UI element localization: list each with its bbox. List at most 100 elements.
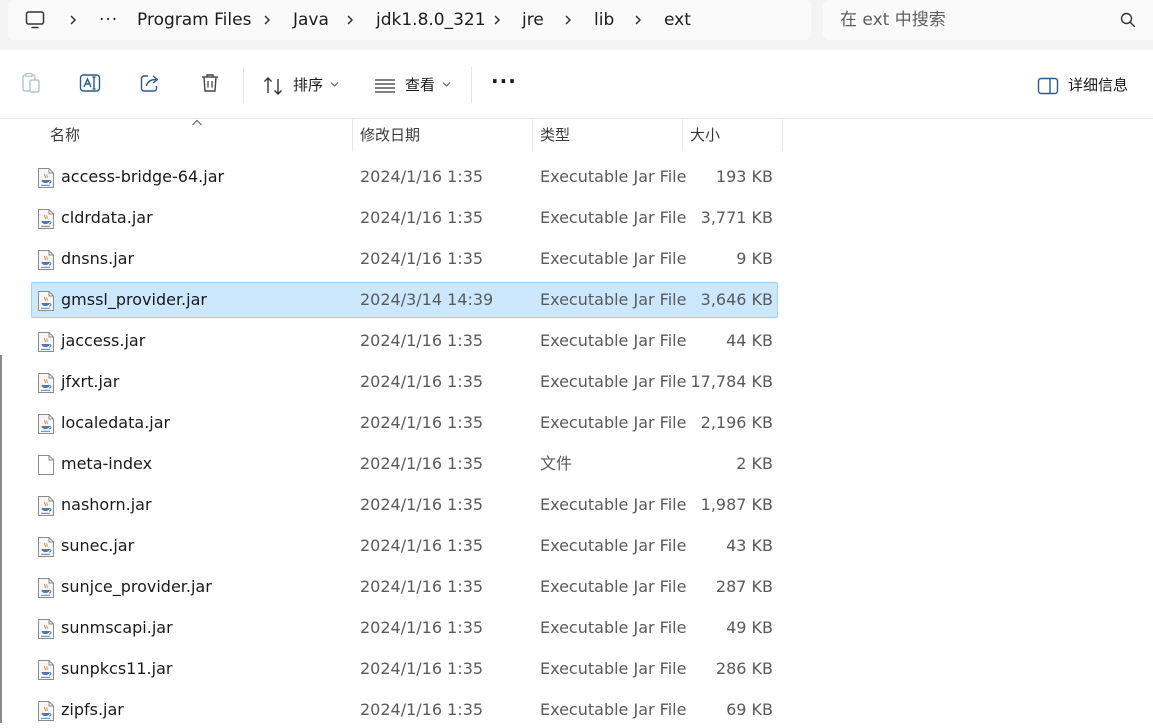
nav-pane-splitter[interactable]: [0, 355, 2, 723]
file-size: 1,987 KB: [700, 495, 773, 514]
file-row[interactable]: sunmscapi.jar 2024/1/16 1:35 Executable Ja…: [31, 610, 778, 646]
jar-file-icon: [38, 660, 54, 680]
column-divider[interactable]: [352, 119, 353, 151]
address-bar[interactable]: ··· Program Files Java jdk1.8.0_321 jre …: [8, 0, 811, 40]
file-type: Executable Jar File: [540, 495, 687, 514]
trash-icon: [202, 74, 218, 92]
chevron-down-icon: [330, 82, 339, 87]
chevron-right-icon[interactable]: [343, 9, 357, 31]
chevron-right-icon[interactable]: [631, 9, 645, 31]
file-name: dnsns.jar: [61, 249, 135, 268]
column-header-size[interactable]: 大小: [690, 119, 720, 151]
file-type: Executable Jar File: [540, 413, 687, 432]
file-name: jaccess.jar: [61, 331, 146, 350]
file-type: Executable Jar File: [540, 372, 687, 391]
file-name: sunmscapi.jar: [61, 618, 173, 637]
breadcrumb-program-files[interactable]: Program Files: [137, 9, 251, 31]
share-button[interactable]: [137, 70, 163, 96]
file-type: 文件: [540, 454, 573, 473]
file-size: 9 KB: [736, 249, 773, 268]
file-row[interactable]: cldrdata.jar 2024/1/16 1:35 Executable Jar…: [31, 200, 778, 236]
column-divider[interactable]: [782, 119, 783, 151]
view-label: 查看: [405, 76, 436, 94]
share-icon: [140, 75, 159, 92]
see-more-button[interactable]: ···: [491, 70, 517, 92]
breadcrumb-jdk[interactable]: jdk1.8.0_321: [376, 9, 486, 31]
search-icon[interactable]: [1119, 11, 1137, 29]
file-row[interactable]: access-bridge-64.jar 2024/1/16 1:35 Execut…: [31, 159, 778, 195]
file-type: Executable Jar File: [540, 700, 687, 719]
file-size: 287 KB: [715, 577, 773, 596]
jar-file-icon: [38, 332, 54, 352]
file-date-modified: 2024/1/16 1:35: [360, 495, 484, 514]
column-header-type[interactable]: 类型: [540, 119, 570, 151]
address-bar-row: ··· Program Files Java jdk1.8.0_321 jre …: [0, 0, 1153, 50]
column-header-name[interactable]: 名称: [50, 119, 80, 151]
breadcrumb-java[interactable]: Java: [293, 9, 329, 31]
file-size: 44 KB: [726, 331, 773, 350]
blank-file-icon: [38, 455, 54, 475]
file-type: Executable Jar File: [540, 331, 687, 350]
file-size: 286 KB: [715, 659, 773, 678]
file-row[interactable]: sunec.jar 2024/1/16 1:35 Executable Jar Fi…: [31, 528, 778, 564]
details-pane-label: 详细信息: [1068, 76, 1129, 94]
file-size: 3,646 KB: [700, 290, 773, 309]
jar-file-icon: [38, 373, 54, 393]
file-size: 43 KB: [726, 536, 773, 555]
file-date-modified: 2024/1/16 1:35: [360, 413, 484, 432]
file-row[interactable]: jfxrt.jar 2024/1/16 1:35 Executable Jar Fi…: [31, 364, 778, 400]
file-row[interactable]: jaccess.jar 2024/1/16 1:35 Executable Jar …: [31, 323, 778, 359]
breadcrumb-overflow-button[interactable]: ···: [99, 9, 118, 31]
rename-button[interactable]: [77, 70, 103, 96]
chevron-right-icon[interactable]: [260, 9, 274, 31]
file-name: localedata.jar: [61, 413, 171, 432]
file-size: 49 KB: [726, 618, 773, 637]
file-row[interactable]: gmssl_provider.jar 2024/3/14 14:39 Executa…: [31, 282, 778, 318]
this-pc-icon[interactable]: [24, 9, 46, 31]
file-date-modified: 2024/1/16 1:35: [360, 577, 484, 596]
chevron-down-icon: [442, 82, 451, 87]
toolbar-separator: [243, 67, 244, 103]
file-row[interactable]: dnsns.jar 2024/1/16 1:35 Executable Jar Fi…: [31, 241, 778, 277]
sort-label: 排序: [293, 76, 324, 94]
paste-icon: [22, 72, 40, 93]
view-icon: [375, 79, 395, 93]
breadcrumb-lib[interactable]: lib: [594, 9, 614, 31]
jar-file-icon: [38, 414, 54, 434]
jar-file-icon: [38, 291, 54, 311]
sort-ascending-icon: [192, 119, 202, 126]
file-type: Executable Jar File: [540, 536, 687, 555]
file-row[interactable]: nashorn.jar 2024/1/16 1:35 Executable Jar …: [31, 487, 778, 523]
file-date-modified: 2024/1/16 1:35: [360, 659, 484, 678]
column-header-date[interactable]: 修改日期: [360, 119, 420, 151]
search-input[interactable]: 在 ext 中搜索: [823, 0, 1153, 40]
paste-button[interactable]: [18, 70, 44, 96]
file-date-modified: 2024/1/16 1:35: [360, 331, 484, 350]
breadcrumb-ext[interactable]: ext: [664, 9, 691, 31]
delete-button[interactable]: [197, 70, 223, 96]
rename-icon: [79, 74, 101, 92]
file-name: gmssl_provider.jar: [61, 290, 207, 309]
chevron-right-icon[interactable]: [561, 9, 575, 31]
sort-icon: [264, 77, 282, 95]
file-row[interactable]: sunpkcs11.jar 2024/1/16 1:35 Executable Ja…: [31, 651, 778, 687]
file-date-modified: 2024/3/14 14:39: [360, 290, 494, 309]
jar-file-icon: [38, 496, 54, 516]
file-list: 名称 修改日期 类型 大小 access-bridge-64.jar 2024/1…: [0, 119, 1153, 723]
file-row[interactable]: meta-index 2024/1/16 1:35 文件 2 KB: [31, 446, 778, 482]
file-date-modified: 2024/1/16 1:35: [360, 249, 484, 268]
file-name: meta-index: [61, 454, 153, 473]
breadcrumb-jre[interactable]: jre: [522, 9, 544, 31]
file-name: access-bridge-64.jar: [61, 167, 225, 186]
chevron-right-icon[interactable]: [66, 9, 80, 31]
file-date-modified: 2024/1/16 1:35: [360, 208, 484, 227]
file-date-modified: 2024/1/16 1:35: [360, 167, 484, 186]
file-type: Executable Jar File: [540, 618, 687, 637]
chevron-right-icon[interactable]: [490, 9, 504, 31]
column-divider[interactable]: [532, 119, 533, 151]
file-row[interactable]: sunjce_provider.jar 2024/1/16 1:35 Executa…: [31, 569, 778, 605]
toolbar-separator: [471, 67, 472, 103]
column-divider[interactable]: [682, 119, 683, 151]
file-row[interactable]: localedata.jar 2024/1/16 1:35 Executable J…: [31, 405, 778, 441]
file-size: 2,196 KB: [700, 413, 773, 432]
